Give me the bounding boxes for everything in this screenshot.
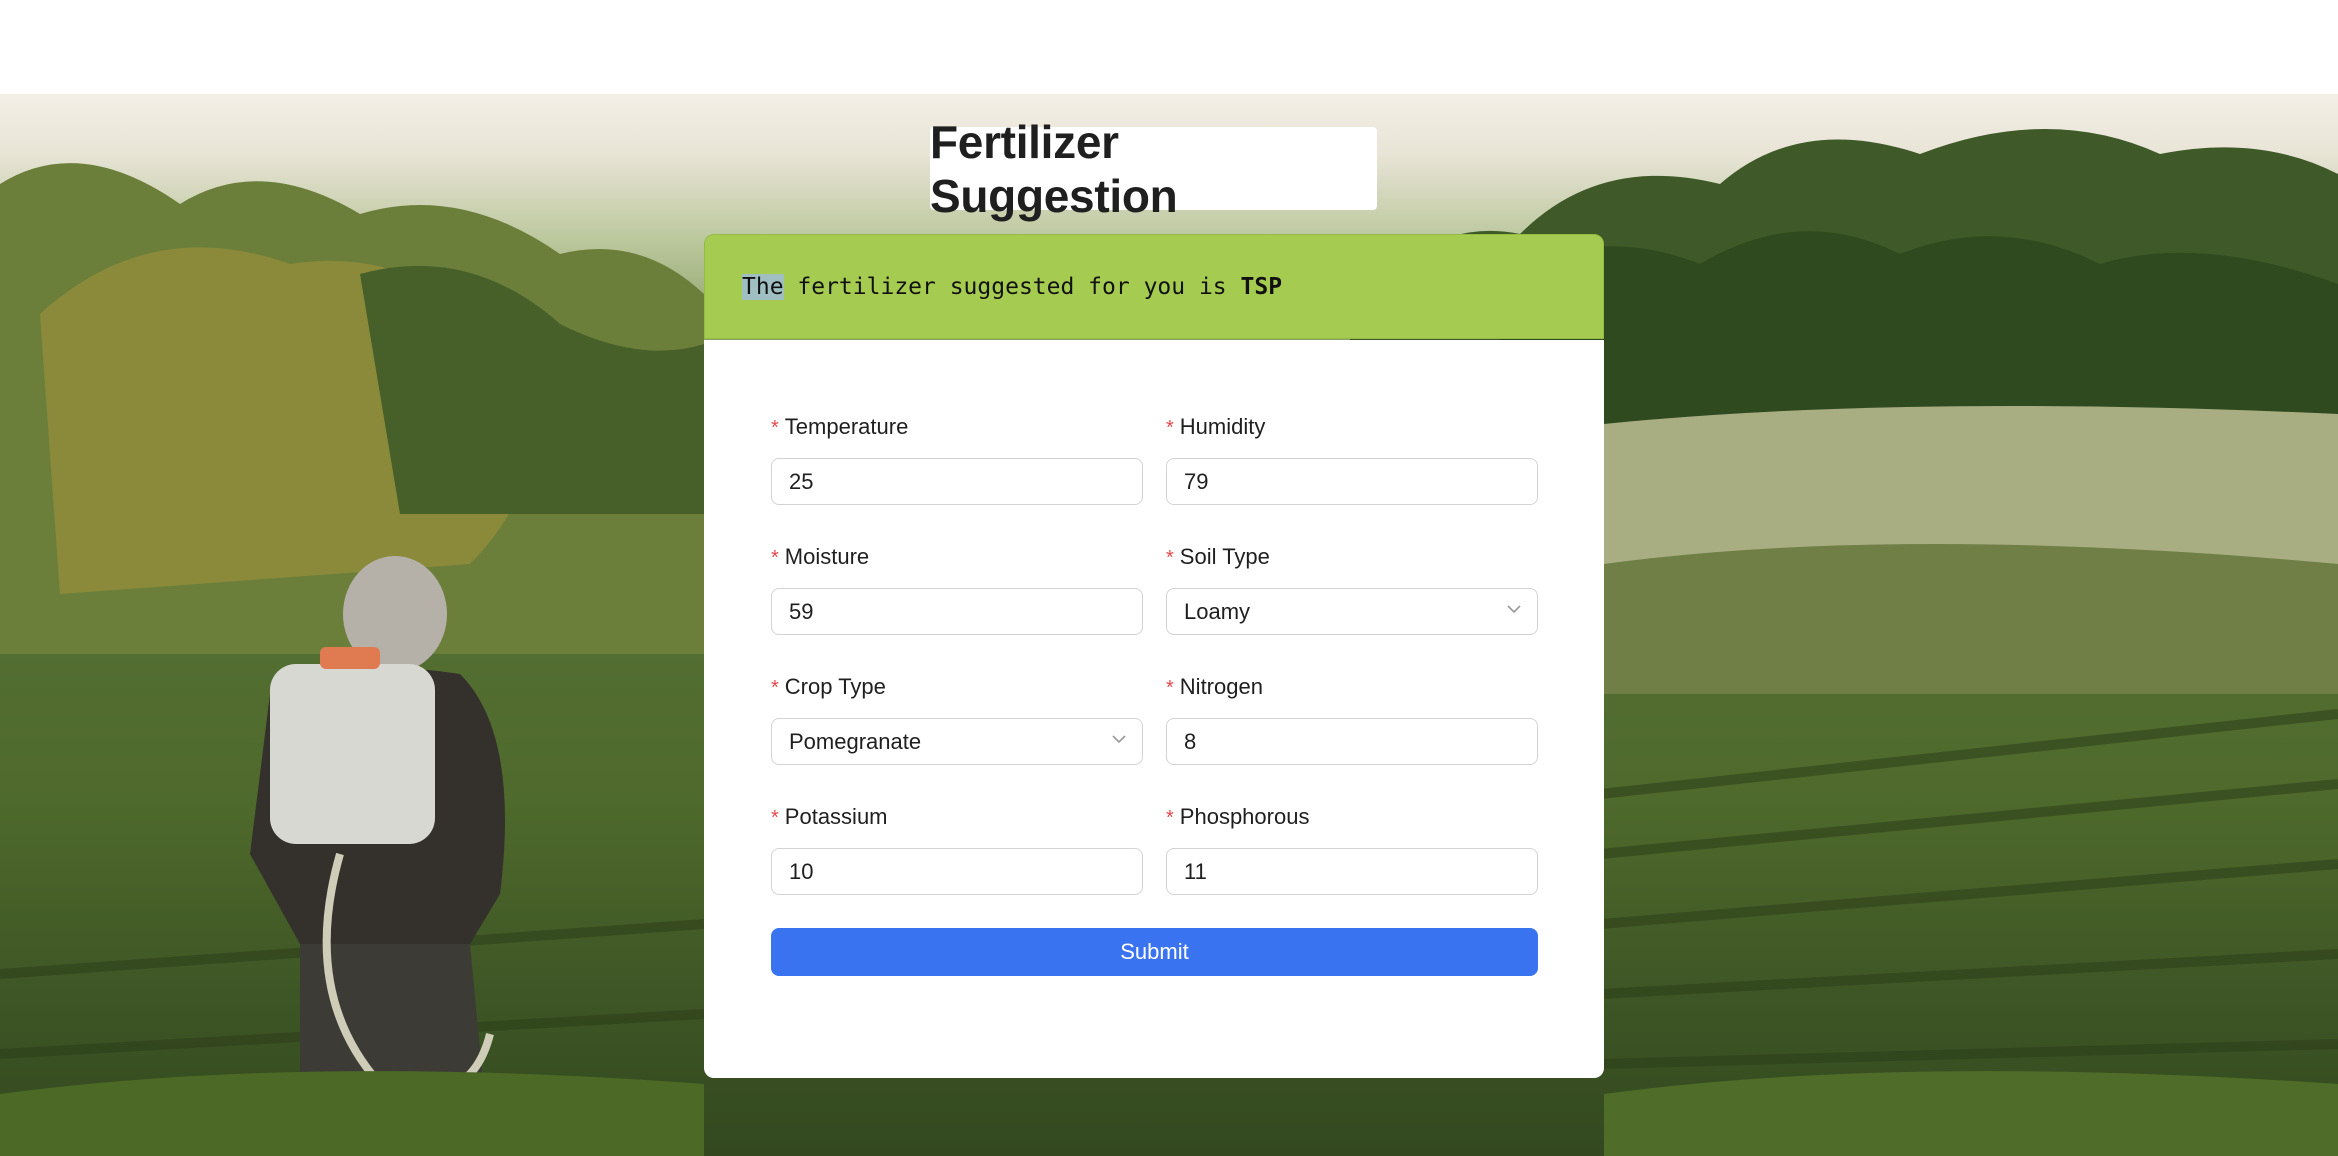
result-highlight-text: The bbox=[742, 273, 784, 300]
phosphorous-label: * Phosphorous bbox=[1166, 802, 1538, 832]
fertilizer-form: *Temperature *Humidity *Moisture *Soil T… bbox=[704, 340, 1604, 1078]
nitrogen-label-text: Nitrogen bbox=[1179, 674, 1263, 699]
temperature-label: * Temperature bbox=[771, 412, 1143, 442]
required-marker: * bbox=[1166, 547, 1174, 569]
moisture-input[interactable] bbox=[771, 588, 1143, 635]
nitrogen-input[interactable] bbox=[1166, 718, 1538, 765]
crop-type-select[interactable]: Pomegranate bbox=[771, 718, 1143, 765]
result-banner: The fertilizer suggested for you is TSP bbox=[704, 234, 1604, 339]
temperature-field-group: * Temperature bbox=[771, 412, 1143, 505]
crop-type-label: * Crop Type bbox=[771, 672, 1143, 702]
phosphorous-input[interactable] bbox=[1166, 848, 1538, 895]
soil-type-select[interactable]: Loamy bbox=[1166, 588, 1538, 635]
temperature-input[interactable] bbox=[771, 458, 1143, 505]
required-marker: * bbox=[771, 547, 779, 569]
moisture-label: * Moisture bbox=[771, 542, 1143, 572]
soil-type-label-text: Soil Type bbox=[1179, 544, 1270, 569]
result-fertilizer: TSP bbox=[1240, 273, 1283, 300]
potassium-label-text: Potassium bbox=[784, 804, 888, 829]
moisture-field-group: * Moisture bbox=[771, 542, 1143, 635]
phosphorous-field-group: * Phosphorous bbox=[1166, 802, 1538, 895]
crop-type-value: Pomegranate bbox=[789, 729, 922, 754]
potassium-input[interactable] bbox=[771, 848, 1143, 895]
top-bar bbox=[0, 0, 2338, 94]
temperature-label-text: Temperature bbox=[784, 414, 909, 439]
required-marker: * bbox=[771, 417, 779, 439]
humidity-label-text: Humidity bbox=[1179, 414, 1266, 439]
submit-button[interactable]: Submit bbox=[771, 928, 1538, 976]
result-text: fertilizer suggested for you is bbox=[783, 273, 1241, 300]
humidity-field-group: * Humidity bbox=[1166, 412, 1538, 505]
soil-type-label: * Soil Type bbox=[1166, 542, 1538, 572]
humidity-input[interactable] bbox=[1166, 458, 1538, 505]
nitrogen-field-group: * Nitrogen bbox=[1166, 672, 1538, 765]
crop-type-field-group: * Crop Type Pomegranate bbox=[771, 672, 1143, 765]
soil-type-value: Loamy bbox=[1184, 599, 1251, 624]
phosphorous-label-text: Phosphorous bbox=[1179, 804, 1310, 829]
chevron-down-icon bbox=[1507, 605, 1521, 614]
chevron-down-icon bbox=[1112, 735, 1126, 744]
crop-type-label-text: Crop Type bbox=[784, 674, 886, 699]
required-marker: * bbox=[1166, 807, 1174, 829]
page-title: Fertilizer Suggestion bbox=[930, 115, 1178, 222]
nitrogen-label: * Nitrogen bbox=[1166, 672, 1538, 702]
required-marker: * bbox=[1166, 677, 1174, 699]
required-marker: * bbox=[771, 677, 779, 699]
required-marker: * bbox=[771, 807, 779, 829]
humidity-label: * Humidity bbox=[1166, 412, 1538, 442]
potassium-label: * Potassium bbox=[771, 802, 1143, 832]
soil-type-field-group: * Soil Type Loamy bbox=[1166, 542, 1538, 635]
title-container: Fertilizer Suggestion bbox=[930, 116, 1377, 222]
moisture-label-text: Moisture bbox=[784, 544, 870, 569]
required-marker: * bbox=[1166, 417, 1174, 439]
potassium-field-group: * Potassium bbox=[771, 802, 1143, 895]
